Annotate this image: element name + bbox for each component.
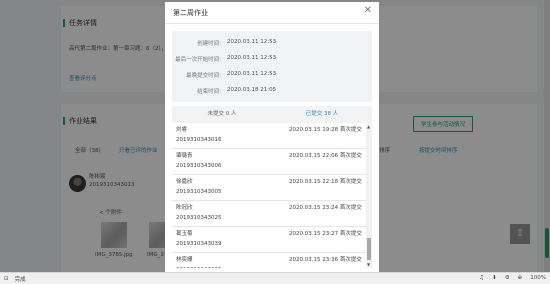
student-id: 2019310343005 bbox=[176, 189, 222, 195]
download-icon[interactable]: ⬇ bbox=[492, 275, 497, 281]
student-name: 葛玉菊 bbox=[176, 231, 193, 237]
list-item[interactable]: 林奕姗 2020.03.15 23:36 首次提交 2019310343015 bbox=[172, 253, 372, 268]
list-item[interactable]: 陈冠欣 2020.03.15 23:24 首次提交 2019310343025 bbox=[172, 201, 372, 227]
tab-not-submitted[interactable]: 未提交 0 人 bbox=[172, 106, 272, 123]
submission-tabs: 未提交 0 人 已提交 38 人 bbox=[172, 106, 372, 123]
submit-time: 2020.03.15 23:27 首次提交 bbox=[289, 231, 362, 237]
student-id: 2019310343039 bbox=[176, 241, 222, 247]
info-value: 2020.03.18 21:05 bbox=[227, 87, 277, 93]
info-value: 2020.03.11 12:53 bbox=[227, 71, 277, 77]
submission-list: 刘睿 2020.03.15 19:28 首次提交 2019310343016 肇… bbox=[172, 123, 372, 268]
list-item[interactable]: 葛玉菊 2020.03.15 23:27 首次提交 2019310343039 bbox=[172, 227, 372, 253]
submit-time: 2020.03.15 19:28 首次提交 bbox=[289, 127, 362, 133]
student-name: 刘睿 bbox=[176, 127, 188, 133]
close-icon[interactable]: ✕ bbox=[364, 6, 372, 16]
modal-title: 第二周作业 bbox=[173, 9, 208, 17]
submit-time: 2020.03.15 22:06 首次提交 bbox=[289, 153, 362, 159]
student-id: 2019310343025 bbox=[176, 215, 222, 221]
student-name: 陈冠欣 bbox=[176, 205, 193, 211]
list-item[interactable]: 刘睿 2020.03.15 19:28 首次提交 2019310343016 bbox=[172, 123, 372, 149]
list-scrollbar-thumb[interactable] bbox=[367, 238, 371, 260]
student-name: 林奕姗 bbox=[176, 257, 193, 263]
info-row-last-start: 最后一次开始时间: 2020.03.11 12:53 bbox=[172, 55, 372, 65]
info-row-end: 结束时间: 2020.03.18 21:05 bbox=[172, 87, 372, 97]
sound-icon[interactable]: ♫ bbox=[479, 275, 484, 281]
submit-time: 2020.03.15 22:18 首次提交 bbox=[289, 179, 362, 185]
zoom-level[interactable]: 100% bbox=[530, 275, 546, 281]
info-label: 结束时间: bbox=[197, 89, 221, 95]
list-scrollbar[interactable]: ▲ ▼ bbox=[366, 123, 372, 268]
zoom-icon[interactable]: ⊕ bbox=[518, 275, 523, 281]
status-text: 完成 bbox=[14, 277, 26, 283]
modal-header: 第二周作业 ✕ bbox=[165, 2, 379, 24]
submission-modal: 第二周作业 ✕ 创建时间: 2020.03.11 12:53 最后一次开始时间:… bbox=[165, 2, 379, 272]
info-row-deadline: 最晚提交时间: 2020.03.11 12:53 bbox=[172, 71, 372, 81]
list-item[interactable]: 肇璐青 2020.03.15 22:06 首次提交 2019310343006 bbox=[172, 149, 372, 175]
info-label: 创建时间: bbox=[197, 41, 221, 47]
scroll-up-icon[interactable]: ▲ bbox=[367, 124, 370, 129]
info-label: 最晚提交时间: bbox=[186, 73, 221, 79]
student-name: 肇璐青 bbox=[176, 153, 193, 159]
student-id: 2019310343016 bbox=[176, 137, 222, 143]
scroll-down-icon[interactable]: ▼ bbox=[367, 262, 370, 267]
info-row-created: 创建时间: 2020.03.11 12:53 bbox=[172, 39, 372, 49]
student-id: 2019310343006 bbox=[176, 163, 222, 169]
info-value: 2020.03.11 12:53 bbox=[227, 39, 277, 45]
assignment-info-panel: 创建时间: 2020.03.11 12:53 最后一次开始时间: 2020.03… bbox=[172, 31, 372, 102]
student-name: 徐嘉欣 bbox=[176, 179, 193, 185]
submit-time: 2020.03.15 23:24 首次提交 bbox=[289, 205, 362, 211]
settings-icon[interactable]: ⚙ bbox=[505, 275, 510, 281]
status-bar: ⊡ 完成 ♫ ⬇ ⚙ ⊕ 100% bbox=[0, 272, 550, 284]
student-id: 2019310343015 bbox=[176, 267, 222, 268]
tab-submitted[interactable]: 已提交 38 人 bbox=[272, 106, 372, 123]
submit-time: 2020.03.15 23:36 首次提交 bbox=[289, 257, 362, 263]
list-item[interactable]: 徐嘉欣 2020.03.15 22:18 首次提交 2019310343005 bbox=[172, 175, 372, 201]
info-label: 最后一次开始时间: bbox=[175, 57, 221, 63]
info-value: 2020.03.11 12:53 bbox=[227, 55, 277, 61]
page-status-icon: ⊡ bbox=[4, 276, 9, 282]
